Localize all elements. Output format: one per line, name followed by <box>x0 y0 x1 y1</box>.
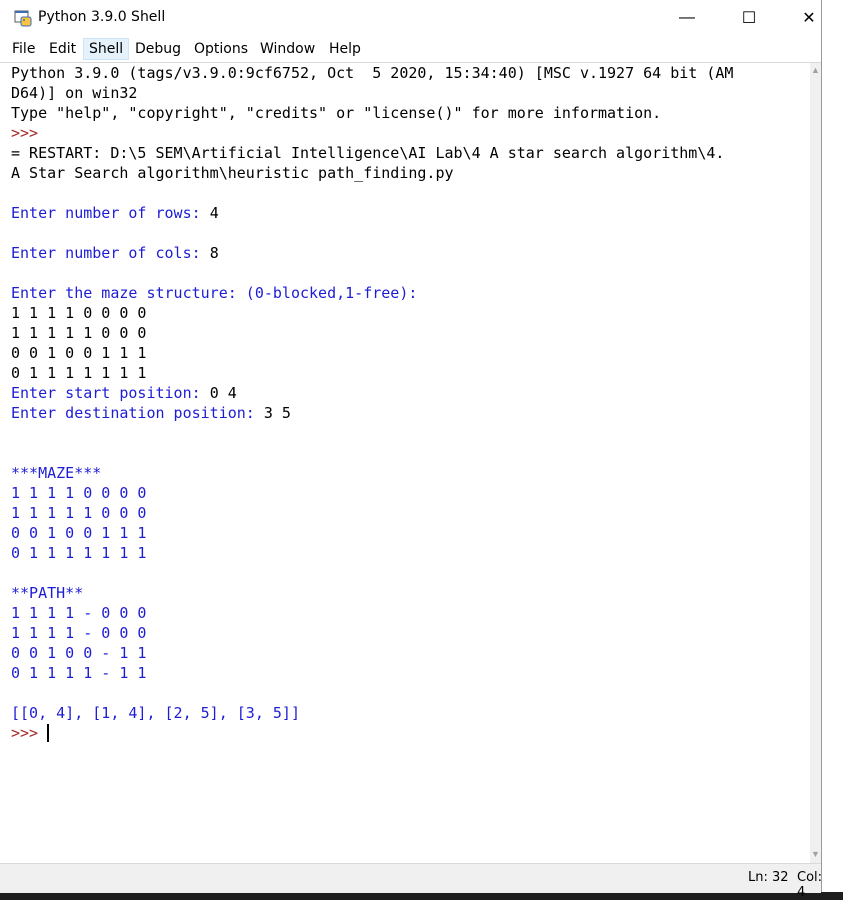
vertical-scrollbar[interactable]: ▲ ▼ <box>810 63 821 863</box>
shell-text: A Star Search algorithm\heuristic path_f… <box>11 164 454 182</box>
menu-shell[interactable]: Shell <box>83 38 130 60</box>
menu-file[interactable]: File <box>7 39 40 59</box>
close-icon: ✕ <box>802 10 816 27</box>
shell-text: [[0, 4], [1, 4], [2, 5], [3, 5]] <box>11 704 300 722</box>
user-input-text: 3 5 <box>263 404 291 422</box>
shell-text: 0 1 1 1 1 1 1 1 <box>11 364 147 382</box>
shell-line: Enter number of cols: 8 <box>11 243 219 263</box>
shell-line: = RESTART: D:\5 SEM\Artificial Intellige… <box>11 143 724 163</box>
shell-text: 1 1 1 1 - 0 0 0 <box>11 604 147 622</box>
shell-line: 1 1 1 1 - 0 0 0 <box>11 623 146 643</box>
maximize-icon: ☐ <box>741 10 757 27</box>
scroll-up-icon[interactable]: ▲ <box>810 65 821 77</box>
program-output-text: Enter number of cols: <box>11 244 210 262</box>
shell-text: 0 0 1 0 0 1 1 1 <box>11 524 147 542</box>
shell-text: **PATH** <box>11 584 84 602</box>
shell-line: Enter start position: 0 4 <box>11 383 237 403</box>
user-input-text: 0 4 <box>209 384 237 402</box>
shell-line: A Star Search algorithm\heuristic path_f… <box>11 163 454 183</box>
menu-window[interactable]: Window <box>255 39 320 59</box>
shell-text: Type "help", "copyright", "credits" or "… <box>11 104 662 122</box>
user-input-text: 4 <box>209 204 219 222</box>
shell-text: 1 1 1 1 - 0 0 0 <box>11 624 147 642</box>
shell-line: Python 3.9.0 (tags/v3.9.0:9cf6752, Oct 5… <box>11 63 733 83</box>
python-idle-icon <box>14 10 32 27</box>
background-window-edge <box>822 0 843 892</box>
shell-line: 0 0 1 0 0 1 1 1 <box>11 523 146 543</box>
shell-line: Enter number of rows: 4 <box>11 203 219 223</box>
shell-line: 1 1 1 1 0 0 0 0 <box>11 483 146 503</box>
shell-text: 0 1 1 1 1 1 1 1 <box>11 544 147 562</box>
shell-line: 0 1 1 1 1 1 1 1 <box>11 363 146 383</box>
user-input-text: 8 <box>209 244 219 262</box>
shell-text: 0 0 1 0 0 - 1 1 <box>11 644 147 662</box>
shell-text: ***MAZE*** <box>11 464 102 482</box>
program-output-text: Enter start position: <box>11 384 210 402</box>
shell-line: >>> <box>11 123 47 143</box>
column-number: Col: 4 <box>797 870 823 900</box>
title-bar[interactable]: Python 3.9.0 Shell — ☐ ✕ <box>0 0 821 36</box>
shell-line: 1 1 1 1 0 0 0 0 <box>11 303 146 323</box>
shell-text: 0 0 1 0 0 1 1 1 <box>11 344 147 362</box>
shell-line: Enter the maze structure: (0-blocked,1-f… <box>11 283 417 303</box>
shell-line: 0 1 1 1 1 1 1 1 <box>11 543 146 563</box>
menu-debug[interactable]: Debug <box>130 39 186 59</box>
shell-line: 0 0 1 0 0 - 1 1 <box>11 643 146 663</box>
maximize-button[interactable]: ☐ <box>726 0 772 36</box>
shell-line: 0 1 1 1 1 - 1 1 <box>11 663 146 683</box>
menu-help[interactable]: Help <box>324 39 366 59</box>
menu-edit[interactable]: Edit <box>44 39 81 59</box>
shell-text: D64)] on win32 <box>11 84 138 102</box>
shell-line: D64)] on win32 <box>11 83 137 103</box>
program-output-text: Enter destination position: <box>11 404 264 422</box>
shell-text-area[interactable]: Python 3.9.0 (tags/v3.9.0:9cf6752, Oct 5… <box>4 63 810 863</box>
idle-shell-window: Python 3.9.0 Shell — ☐ ✕ File Edit Shell… <box>0 0 822 900</box>
minimize-icon: — <box>679 9 695 26</box>
shell-line: 1 1 1 1 1 0 0 0 <box>11 503 146 523</box>
shell-line: 1 1 1 1 - 0 0 0 <box>11 603 146 623</box>
minimize-button[interactable]: — <box>664 0 710 36</box>
shell-prompt: >>> <box>11 724 48 742</box>
shell-prompt: >>> <box>11 124 48 142</box>
shell-text: 1 1 1 1 0 0 0 0 <box>11 304 147 322</box>
shell-line: Type "help", "copyright", "credits" or "… <box>11 103 661 123</box>
window-title: Python 3.9.0 Shell <box>38 9 166 25</box>
shell-text: 1 1 1 1 1 0 0 0 <box>11 504 147 522</box>
shell-text: Python 3.9.0 (tags/v3.9.0:9cf6752, Oct 5… <box>11 64 734 82</box>
shell-text: 0 1 1 1 1 - 1 1 <box>11 664 147 682</box>
program-output-text: Enter number of rows: <box>11 204 210 222</box>
scroll-down-icon[interactable]: ▼ <box>810 849 821 861</box>
menu-options[interactable]: Options <box>189 39 253 59</box>
shell-text: = RESTART: D:\5 SEM\Artificial Intellige… <box>11 144 725 162</box>
text-cursor <box>47 724 50 742</box>
shell-line: [[0, 4], [1, 4], [2, 5], [3, 5]] <box>11 703 300 723</box>
shell-text: 1 1 1 1 1 0 0 0 <box>11 324 147 342</box>
shell-line: 0 0 1 0 0 1 1 1 <box>11 343 146 363</box>
shell-line: >>> <box>11 723 47 743</box>
shell-line: 1 1 1 1 1 0 0 0 <box>11 323 146 343</box>
shell-text: 1 1 1 1 0 0 0 0 <box>11 484 147 502</box>
shell-text: Enter the maze structure: (0-blocked,1-f… <box>11 284 418 302</box>
shell-line: Enter destination position: 3 5 <box>11 403 291 423</box>
menu-bar: File Edit Shell Debug Options Window Hel… <box>0 37 821 63</box>
status-bar: Ln: 32 Col: 4 <box>0 863 822 900</box>
shell-line: ***MAZE*** <box>11 463 101 483</box>
line-number: Ln: 32 <box>748 870 789 885</box>
shell-line: **PATH** <box>11 583 83 603</box>
